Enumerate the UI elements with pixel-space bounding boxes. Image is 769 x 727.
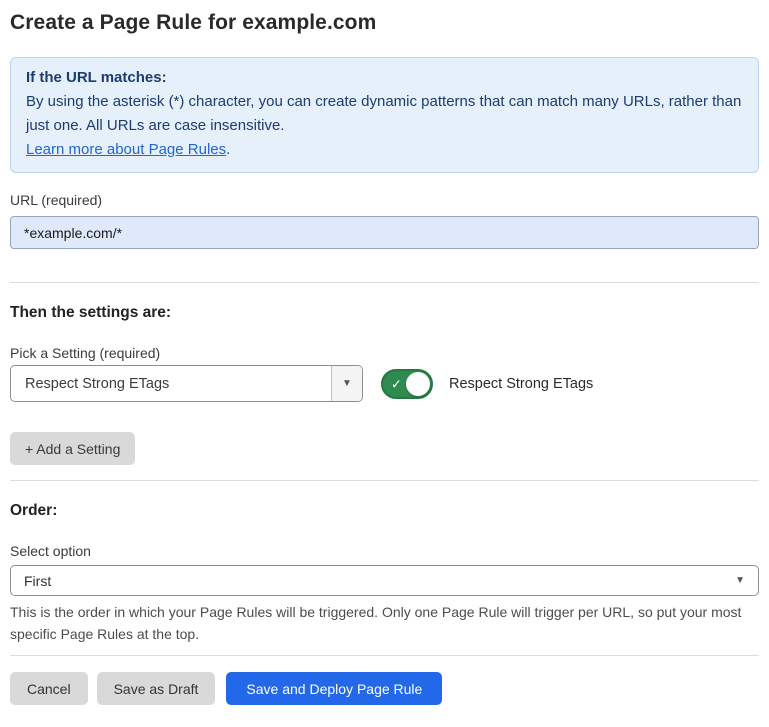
learn-more-link[interactable]: Learn more about Page Rules: [26, 141, 226, 158]
toggle-knob: [406, 372, 430, 396]
url-match-info-box: If the URL matches: By using the asteris…: [10, 57, 759, 173]
toggle-label: Respect Strong ETags: [449, 376, 593, 392]
info-box-link-line: Learn more about Page Rules.: [26, 138, 743, 162]
settings-section-heading: Then the settings are:: [10, 303, 759, 323]
add-setting-button[interactable]: + Add a Setting: [10, 432, 135, 465]
check-icon: ✓: [391, 377, 402, 390]
setting-select-value: Respect Strong ETags: [11, 366, 331, 401]
chevron-down-icon: ▼: [342, 379, 352, 389]
order-help-text: This is the order in which your Page Rul…: [10, 601, 750, 645]
order-select-label: Select option: [10, 541, 759, 561]
save-and-deploy-button[interactable]: Save and Deploy Page Rule: [226, 672, 442, 705]
respect-strong-etags-toggle[interactable]: ✓: [381, 369, 433, 399]
page-rule-form: Create a Page Rule for example.com If th…: [0, 9, 769, 705]
order-select[interactable]: First ▼: [10, 565, 759, 596]
chevron-down-icon: ▼: [735, 576, 745, 586]
setting-select[interactable]: Respect Strong ETags ▼: [10, 365, 363, 402]
info-box-body: By using the asterisk (*) character, you…: [26, 90, 743, 138]
divider: [10, 282, 759, 283]
order-select-value: First: [11, 573, 758, 589]
order-section-heading: Order:: [10, 501, 759, 521]
url-field-label: URL (required): [10, 190, 759, 210]
footer-actions: Cancel Save as Draft Save and Deploy Pag…: [10, 672, 759, 705]
setting-select-arrow-box[interactable]: ▼: [331, 366, 362, 401]
link-suffix: .: [226, 141, 230, 158]
page-title: Create a Page Rule for example.com: [10, 9, 759, 37]
divider: [10, 480, 759, 481]
cancel-button[interactable]: Cancel: [10, 672, 88, 705]
url-input[interactable]: [10, 216, 759, 249]
setting-picker-label: Pick a Setting (required): [10, 343, 759, 363]
save-as-draft-button[interactable]: Save as Draft: [97, 672, 216, 705]
setting-row: Respect Strong ETags ▼ ✓ Respect Strong …: [10, 365, 759, 402]
divider: [10, 655, 759, 656]
info-box-heading: If the URL matches:: [26, 66, 743, 90]
